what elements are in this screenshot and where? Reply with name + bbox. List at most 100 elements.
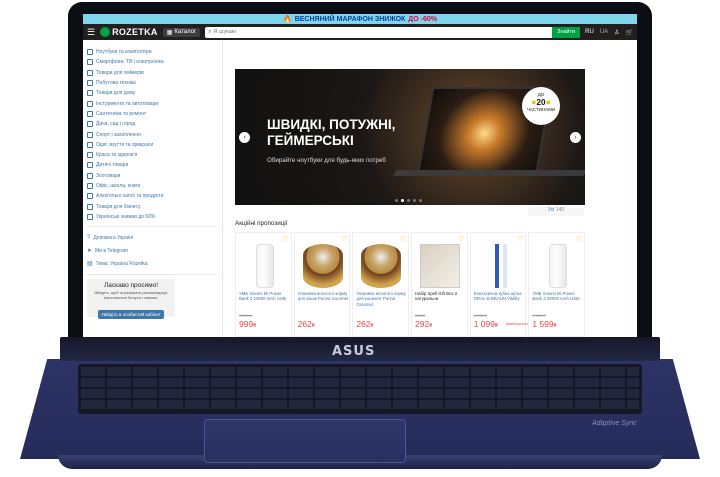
sidebar-category-item[interactable]: Інструменти та автотовари <box>87 98 218 108</box>
pagination-dot[interactable] <box>401 199 404 202</box>
product-card[interactable]: ♡ УМБ Xiaomi Mi Power Bank 3 20000 mAh US… <box>528 232 586 337</box>
category-label: Краса та здоров'я <box>96 152 138 159</box>
category-icon <box>87 69 93 76</box>
pagination-dot[interactable] <box>413 199 416 202</box>
sidebar-category-item[interactable]: Офіс, школа, книги <box>87 181 218 191</box>
sidebar-category-item[interactable]: Зоотовари <box>87 171 218 181</box>
adaptive-sync-sticker: Adaptive Sync <box>592 420 637 427</box>
product-card[interactable]: ♡ Набір Spell Gift Box II натуральна 345 ₴… <box>411 232 468 337</box>
divider <box>87 226 218 228</box>
product-grid: ♡ УМБ Xiaomi Mi Power Bank 3 10000 mAh US… <box>235 232 586 337</box>
product-image[interactable] <box>420 244 461 288</box>
product-name[interactable]: Електрична зубна щітка ORAL-B BRAUN Vita… <box>474 291 526 308</box>
banner-prev-arrow[interactable]: ‹ <box>239 132 250 143</box>
rozetka-logo[interactable]: ROZETKA <box>100 27 158 37</box>
category-icon <box>87 141 93 148</box>
installment-badge: ДО ●20● ЧАСТИНАМИ <box>522 87 560 125</box>
product-image[interactable] <box>549 244 568 288</box>
sidebar-category-item[interactable]: Товари для бізнесу <box>87 201 218 211</box>
heart-icon[interactable]: ♡ <box>576 235 582 243</box>
category-icon <box>87 49 93 56</box>
welcome-title: Ласкаво просимо! <box>103 282 159 290</box>
category-label: Смартфони, ТВ і електроніка <box>96 59 164 66</box>
heart-icon[interactable]: ♡ <box>400 235 406 243</box>
cart-icon[interactable]: 🛒 <box>626 29 633 36</box>
category-label: Товари для бізнесу <box>96 203 141 210</box>
product-image[interactable] <box>256 244 274 288</box>
sidebar-category-item[interactable]: Сантехніка та ремонт <box>87 109 218 119</box>
product-status: Закінчується <box>505 321 530 326</box>
laptop-base-image <box>393 170 585 176</box>
promo-text: ВЕСНЯНИЙ МАРАФОН ЗНИЖОК <box>294 15 406 23</box>
banner-next-arrow[interactable]: › <box>570 132 581 143</box>
category-icon <box>87 110 93 117</box>
misc-theme[interactable]: ▤ Тема: Україна Rozetka <box>87 257 218 270</box>
product-card[interactable]: ♡ Упаковка вологого корму для кішок Purin… <box>293 232 351 337</box>
product-old-price: 1 499 ₴ <box>239 313 253 318</box>
category-label: Алкогольні напої та продукти <box>96 193 164 200</box>
pagination-dot[interactable] <box>407 199 410 202</box>
product-name[interactable]: Упаковка вологого корму для кішок Purina… <box>298 291 350 308</box>
sidebar-category-item[interactable]: Смартфони, ТВ і електроніка <box>87 57 218 67</box>
login-button[interactable]: Увійдіть в особистий кабінет <box>98 309 164 319</box>
document-icon: ▤ <box>87 261 93 268</box>
misc-telegram[interactable]: ➤ Ми в Telegram <box>87 244 218 257</box>
sidebar-category-item[interactable]: Українські знижки до 60% <box>87 212 218 222</box>
product-name[interactable]: Набір Spell Gift Box II натуральна <box>415 291 467 308</box>
category-icon <box>87 172 93 179</box>
product-name[interactable]: УМБ Xiaomi Mi Power Bank 3 20000 mAh USB… <box>532 291 584 308</box>
misc-help-ukraine[interactable]: ? Допомога Україні <box>87 231 218 244</box>
product-card[interactable]: ♡ Електрична зубна щітка ORAL-B BRAUN Vit… <box>469 232 530 337</box>
user-icon[interactable]: ♙ <box>614 29 619 36</box>
show-all-link[interactable]: Усі 140 <box>528 207 584 216</box>
search-bar: ⌕ Знайти <box>205 26 581 38</box>
product-card[interactable]: ♡ Упаковка вологого корму для кошенят Pur… <box>352 232 410 337</box>
promo-bar[interactable]: 🔥 ВЕСНЯНИЙ МАРАФОН ЗНИЖОК ДО -60% <box>83 14 637 24</box>
welcome-card: Ласкаво просимо! Увійдіть, щоб отримуват… <box>87 279 175 319</box>
lang-ru[interactable]: RU <box>585 29 594 35</box>
sidebar-category-item[interactable]: Побутова техніка <box>87 78 218 88</box>
heart-icon[interactable]: ♡ <box>341 235 347 243</box>
banner-pagination <box>395 199 422 202</box>
lang-ua[interactable]: UA <box>600 29 608 35</box>
search-button[interactable]: Знайти <box>552 26 581 38</box>
sidebar-category-item[interactable]: Дача, сад і город <box>87 119 218 129</box>
sidebar-category-item[interactable]: Спорт і захоплення <box>87 129 218 139</box>
sidebar-category-item[interactable]: Ноутбуки та комп'ютери <box>87 47 218 57</box>
search-input[interactable] <box>211 29 553 35</box>
category-icon <box>87 213 93 220</box>
section-title: Акційні пропозиції <box>235 220 288 227</box>
product-image[interactable] <box>478 244 519 288</box>
product-price: 262₴ <box>356 319 374 329</box>
category-icon <box>87 100 93 107</box>
sidebar-category-item[interactable]: Краса та здоров'я <box>87 150 218 160</box>
sidebar-category-item[interactable]: Товари для дому <box>87 88 218 98</box>
category-icon <box>87 121 93 128</box>
sidebar-category-item[interactable]: Дитячі товари <box>87 160 218 170</box>
heart-icon[interactable]: ♡ <box>458 235 464 243</box>
banner-subline: Обирайте ноутбуки для будь-яких потреб <box>267 157 386 164</box>
sidebar-category-item[interactable]: Товари для геймерів <box>87 68 218 78</box>
menu-icon[interactable]: ☰ <box>87 27 95 37</box>
product-image[interactable] <box>361 244 402 288</box>
category-icon <box>87 162 93 169</box>
pagination-dot[interactable] <box>419 199 422 202</box>
pagination-dot[interactable] <box>395 199 398 202</box>
category-label: Дитячі товари <box>96 162 129 169</box>
hero-banner[interactable]: ШВИДКІ, ПОТУЖНІ, ГЕЙМЕРСЬКІ Обирайте ноу… <box>235 69 585 205</box>
product-card[interactable]: ♡ УМБ Xiaomi Mi Power Bank 3 10000 mAh US… <box>235 232 292 337</box>
product-name[interactable]: Упаковка вологого корму для кошенят Puri… <box>356 291 408 308</box>
category-label: Українські знижки до 60% <box>96 213 156 220</box>
heart-icon[interactable]: ♡ <box>517 235 523 243</box>
sidebar-category-item[interactable]: Алкогольні напої та продукти <box>87 191 218 201</box>
category-label: Дача, сад і город <box>96 121 136 128</box>
touchpad <box>204 419 406 463</box>
sidebar-category-item[interactable]: Одяг, взуття та прикраси <box>87 140 218 150</box>
category-label: Одяг, взуття та прикраси <box>96 141 154 148</box>
category-label: Офіс, школа, книги <box>96 183 141 189</box>
product-image[interactable] <box>302 244 343 288</box>
product-name[interactable]: УМБ Xiaomi Mi Power Bank 3 10000 mAh USB… <box>239 291 291 308</box>
banner-headline: ШВИДКІ, ПОТУЖНІ, ГЕЙМЕРСЬКІ <box>267 117 396 148</box>
catalog-button[interactable]: ▦ Каталог <box>162 27 201 37</box>
heart-icon[interactable]: ♡ <box>282 235 288 243</box>
